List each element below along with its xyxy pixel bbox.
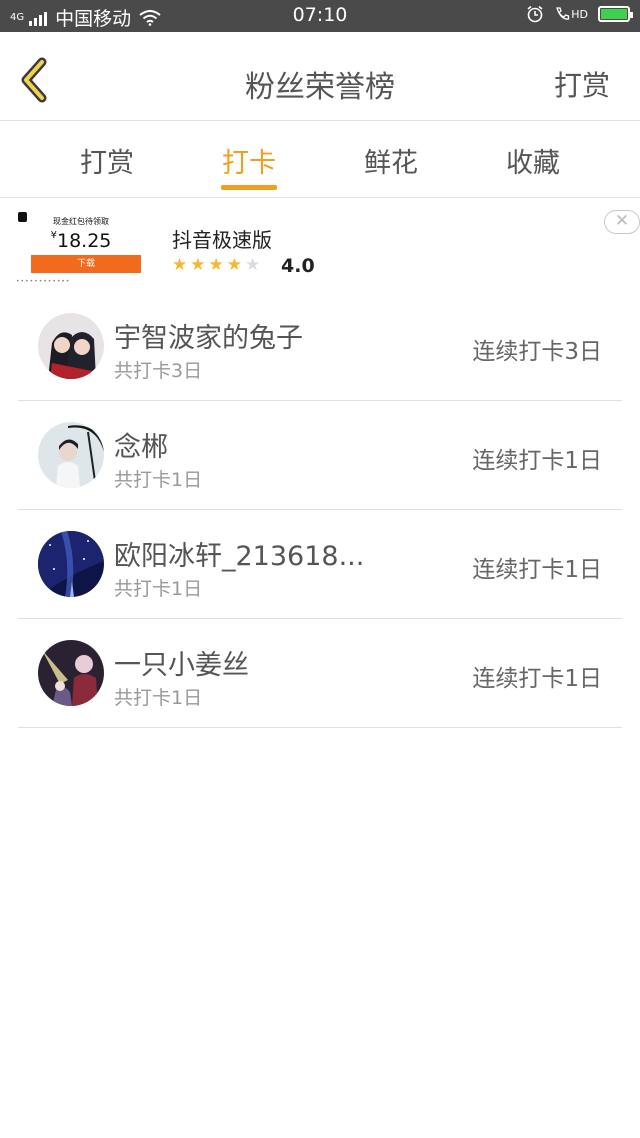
streak-checkins: 连续打卡3日 — [472, 339, 602, 365]
user-name: 念郴 — [114, 432, 168, 463]
page-title: 粉丝荣誉榜 — [245, 70, 395, 105]
total-checkins: 共打卡1日 — [114, 687, 203, 709]
nav-bar: 粉丝荣誉榜 打赏 — [0, 32, 640, 121]
avatar — [38, 531, 104, 597]
avatar — [38, 640, 104, 706]
ad-download-button[interactable]: 下载 — [31, 255, 141, 273]
star-icon: ★ — [190, 255, 206, 275]
star-icon: ★ — [172, 255, 188, 275]
battery-icon — [598, 6, 633, 22]
streak-checkins: 连续打卡1日 — [472, 666, 602, 692]
status-right: HD — [526, 5, 633, 23]
ad-thumb-price: ¥18.25 — [14, 230, 148, 252]
total-checkins: 共打卡3日 — [114, 360, 203, 382]
tab-label: 打卡 — [222, 148, 276, 179]
ad-title[interactable]: 抖音极速版 — [172, 224, 272, 253]
tab-favorites[interactable]: 收藏 — [462, 141, 604, 180]
ad-star-rating: ★ ★ ★ ★ ★ — [172, 257, 260, 274]
star-icon: ★ — [208, 255, 224, 275]
checkin-list: 宇智波家的兔子 共打卡3日 连续打卡3日 念郴 共打卡1日 连续打卡1日 欧阳冰… — [18, 292, 622, 728]
star-empty-icon: ★ — [245, 255, 261, 275]
hd-label: HD — [571, 7, 588, 21]
streak-checkins: 连续打卡1日 — [472, 557, 602, 583]
tab-checkin[interactable]: 打卡 — [178, 141, 320, 190]
ad-thumb-tag: 现金红包待领取 — [53, 217, 109, 226]
streak-checkins: 连续打卡1日 — [472, 448, 602, 474]
star-icon: ★ — [226, 255, 242, 275]
list-item[interactable]: 欧阳冰轩_213618... 共打卡1日 连续打卡1日 — [18, 510, 622, 619]
tab-label: 收藏 — [506, 148, 560, 179]
total-checkins: 共打卡1日 — [114, 578, 203, 600]
user-name: 欧阳冰轩_213618... — [114, 541, 365, 572]
tab-label: 鲜花 — [364, 148, 418, 179]
reward-button[interactable]: 打赏 — [554, 64, 610, 104]
ad-thumb-footer: •••••••••••• — [16, 278, 71, 285]
hd-call-icon: HD — [554, 6, 588, 22]
avatar — [38, 422, 104, 488]
ad-banner[interactable]: 现金红包待领取 ¥18.25 下载 •••••••••••• 抖音极速版 ★ ★… — [0, 198, 640, 298]
tab-bar: 打赏 打卡 鲜花 收藏 — [0, 121, 640, 198]
close-icon[interactable]: ✕ — [604, 210, 640, 234]
user-name: 一只小姜丝 — [114, 650, 249, 681]
list-item[interactable]: 宇智波家的兔子 共打卡3日 连续打卡3日 — [18, 292, 622, 401]
ad-rating-value: 4.0 — [281, 255, 315, 277]
list-item[interactable]: 念郴 共打卡1日 连续打卡1日 — [18, 401, 622, 510]
tab-flowers[interactable]: 鲜花 — [320, 141, 462, 180]
active-tab-indicator — [221, 185, 277, 190]
total-checkins: 共打卡1日 — [114, 469, 203, 491]
alarm-icon — [527, 5, 543, 23]
status-bar: 4G 中国移动 07:10 HD — [0, 0, 640, 32]
user-name: 宇智波家的兔子 — [114, 323, 303, 354]
avatar — [38, 313, 104, 379]
ad-thumbnail[interactable]: 现金红包待领取 ¥18.25 下载 •••••••••••• — [14, 210, 148, 288]
tab-reward[interactable]: 打赏 — [36, 141, 178, 180]
ad-thumb-price-value: 18.25 — [56, 230, 112, 252]
list-item[interactable]: 一只小姜丝 共打卡1日 连续打卡1日 — [18, 619, 622, 728]
tab-label: 打赏 — [80, 148, 134, 179]
